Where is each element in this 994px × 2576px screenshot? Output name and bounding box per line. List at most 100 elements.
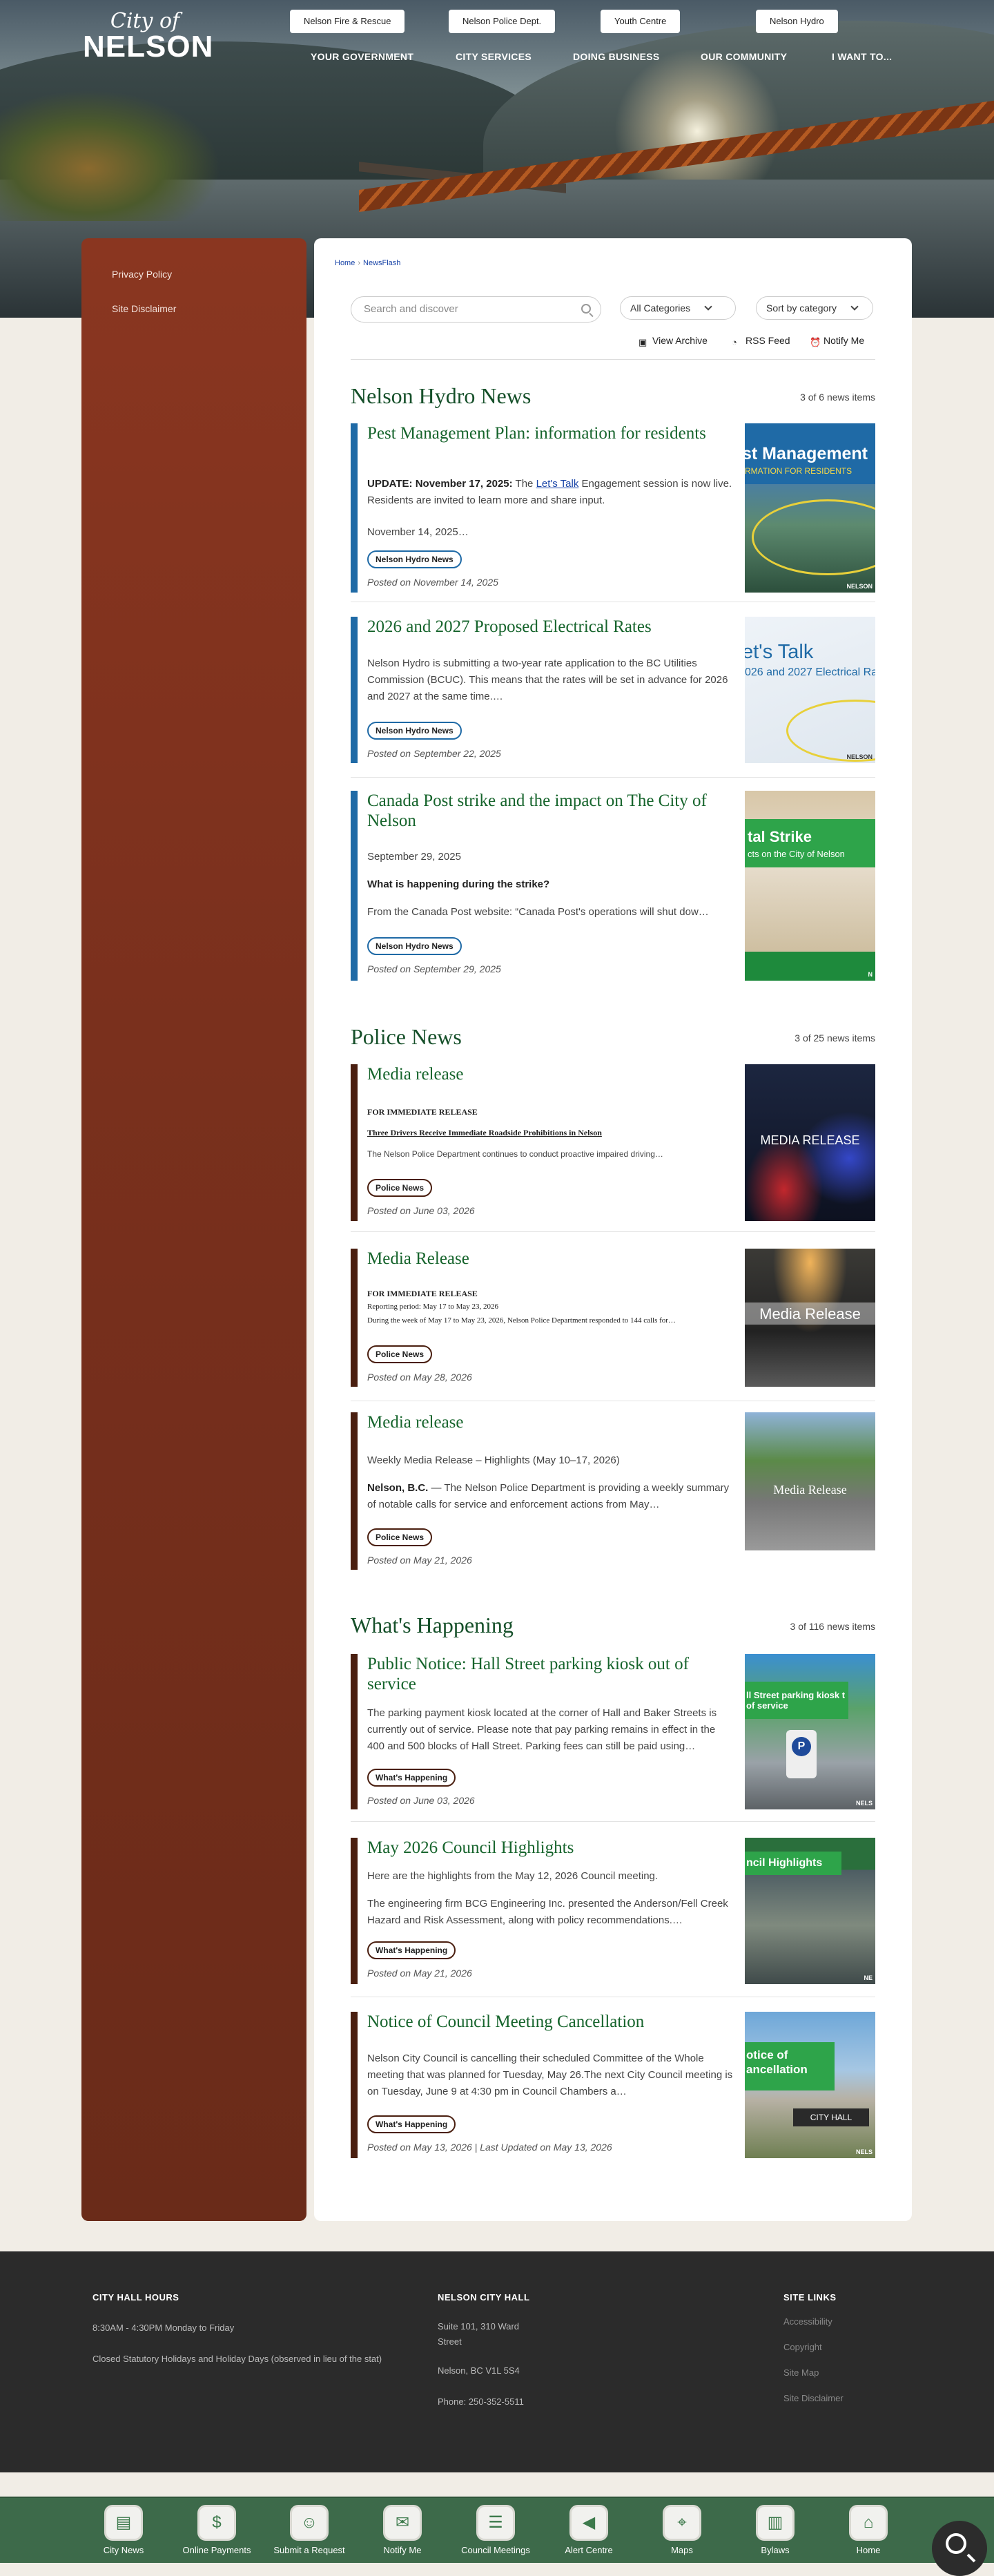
news-thumbnail[interactable]: ll Street parking kiosk t of service NEL… xyxy=(745,1654,875,1809)
quick-link-hydro[interactable]: Nelson Hydro xyxy=(756,10,838,33)
news-item-title[interactable]: 2026 and 2027 Proposed Electrical Rates xyxy=(367,617,733,637)
search-input[interactable]: Search and discover xyxy=(351,296,601,323)
news-thumbnail[interactable]: Media Release xyxy=(745,1412,875,1550)
release-subheading: Three Drivers Receive Immediate Roadside… xyxy=(367,1128,602,1137)
news-thumbnail[interactable]: et's Talk 026 and 2027 Electrical Ra NEL… xyxy=(745,617,875,763)
footer-links-title: SITE LINKS xyxy=(783,2292,837,2303)
footer-link-accessibility[interactable]: Accessibility xyxy=(783,2316,832,2327)
search-placeholder: Search and discover xyxy=(364,303,458,315)
rss-feed-link[interactable]: ◔ RSS Feed xyxy=(732,335,790,347)
city-logo[interactable]: City of NELSON xyxy=(83,11,213,62)
news-thumbnail[interactable]: MEDIA RELEASE xyxy=(745,1064,875,1221)
nav-city-services[interactable]: CITY SERVICES xyxy=(456,51,532,62)
quick-maps[interactable]: ⌖ Maps xyxy=(644,2505,720,2555)
quick-city-news[interactable]: ▤ City News xyxy=(86,2505,162,2555)
quick-submit-request[interactable]: ☺ Submit a Request xyxy=(271,2505,347,2555)
section-title-whats-happening[interactable]: What's Happening xyxy=(351,1613,514,1638)
news-thumbnail[interactable]: st Management RMATION FOR RESIDENTS NELS… xyxy=(745,423,875,593)
quick-label: Bylaws xyxy=(761,2545,790,2555)
category-tag[interactable]: What's Happening xyxy=(367,2115,456,2133)
section-title-police[interactable]: Police News xyxy=(351,1024,462,1050)
nav-i-want-to[interactable]: I WANT TO... xyxy=(832,51,892,62)
footer-link-site-disclaimer[interactable]: Site Disclaimer xyxy=(783,2393,844,2403)
nav-our-community[interactable]: OUR COMMUNITY xyxy=(701,51,787,62)
posted-date: Posted on September 29, 2025 xyxy=(367,963,501,974)
quick-link-fire-rescue[interactable]: Nelson Fire & Rescue xyxy=(290,10,405,33)
category-tag[interactable]: Police News xyxy=(367,1528,433,1546)
quick-link-youth-centre[interactable]: Youth Centre xyxy=(601,10,681,33)
person-icon: ☺ xyxy=(290,2505,329,2541)
quick-notify-me[interactable]: ✉ Notify Me xyxy=(364,2505,440,2555)
thumb-text: Media Release xyxy=(773,1483,847,1497)
news-item-title[interactable]: Canada Post strike and the impact on The… xyxy=(367,791,733,831)
news-thumbnail[interactable]: ncil Highlights NE xyxy=(745,1838,875,1984)
parking-icon xyxy=(786,1730,817,1778)
quick-label: City News xyxy=(103,2545,144,2555)
breadcrumb-home[interactable]: Home xyxy=(335,259,355,267)
view-archive-label: View Archive xyxy=(652,335,708,346)
notify-me-link[interactable]: ⏰ Notify Me xyxy=(810,335,864,347)
nav-doing-business[interactable]: DOING BUSINESS xyxy=(573,51,660,62)
footer-phone[interactable]: Phone: 250-352-5511 xyxy=(438,2394,524,2410)
category-select[interactable]: All Categories xyxy=(620,296,736,320)
quick-home[interactable]: ⌂ Home xyxy=(830,2505,906,2555)
section-title-hydro[interactable]: Nelson Hydro News xyxy=(351,383,531,409)
news-item: 2026 and 2027 Proposed Electrical Rates … xyxy=(351,617,875,778)
news-item-title[interactable]: Notice of Council Meeting Cancellation xyxy=(367,2012,733,2032)
news-item-summary: Nelson City Council is cancelling their … xyxy=(367,2053,733,2097)
quick-link-police[interactable]: Nelson Police Dept. xyxy=(449,10,556,33)
chevron-down-icon xyxy=(704,302,712,311)
thumb-text: otice of ancellation xyxy=(746,2048,808,2076)
news-card: Home › NewsFlash Search and discover All C… xyxy=(314,238,912,2221)
news-item-title[interactable]: Media Release xyxy=(367,1249,733,1269)
quick-alert-centre[interactable]: ◀ Alert Centre xyxy=(551,2505,627,2555)
news-item-title[interactable]: Media release xyxy=(367,1064,733,1084)
news-item: May 2026 Council Highlights Here are the… xyxy=(351,1838,875,1997)
news-item-title[interactable]: Pest Management Plan: information for re… xyxy=(367,423,733,443)
category-tag[interactable]: What's Happening xyxy=(367,1941,456,1959)
footer-link-copyright[interactable]: Copyright xyxy=(783,2342,822,2352)
category-tag[interactable]: Nelson Hydro News xyxy=(367,937,462,955)
archive-icon: ▣ xyxy=(639,337,647,347)
posted-date: Posted on June 03, 2026 xyxy=(367,1205,475,1216)
section-count-hydro: 3 of 6 news items xyxy=(800,392,875,403)
footer-hall-title: NELSON CITY HALL xyxy=(438,2292,530,2303)
view-archive-link[interactable]: ▣ View Archive xyxy=(639,335,708,347)
thumb-text: CITY HALL xyxy=(793,2108,869,2126)
news-item: Public Notice: Hall Street parking kiosk… xyxy=(351,1654,875,1822)
news-item-summary: During the week of May 17 to May 23, 202… xyxy=(367,1316,676,1325)
rss-feed-label: RSS Feed xyxy=(746,335,790,346)
sort-select[interactable]: Sort by category xyxy=(756,296,873,320)
category-tag[interactable]: Police News xyxy=(367,1345,433,1363)
category-tag[interactable]: What's Happening xyxy=(367,1769,456,1787)
breadcrumb-current[interactable]: NewsFlash xyxy=(363,259,400,267)
dateline: Nelson, B.C. xyxy=(367,1482,429,1494)
lets-talk-link[interactable]: Let's Talk xyxy=(536,478,579,490)
news-item-title[interactable]: May 2026 Council Highlights xyxy=(367,1838,733,1858)
thumb-logo-text: NELSON xyxy=(846,753,873,760)
search-icon[interactable] xyxy=(581,304,591,314)
update-label: UPDATE: November 17, 2025: xyxy=(367,478,513,490)
category-tag[interactable]: Nelson Hydro News xyxy=(367,550,462,568)
quick-online-payments[interactable]: $ Online Payments xyxy=(179,2505,255,2555)
category-tag[interactable]: Nelson Hydro News xyxy=(367,722,462,740)
posted-date: Posted on November 14, 2025 xyxy=(367,577,498,588)
news-thumbnail[interactable]: otice of ancellation CITY HALL NELS xyxy=(745,2012,875,2158)
thumb-text: RMATION FOR RESIDENTS xyxy=(745,466,852,476)
quick-council-meetings[interactable]: ☰ Council Meetings xyxy=(458,2505,534,2555)
news-item-summary: From the Canada Post website: “Canada Po… xyxy=(367,906,709,918)
search-fab[interactable] xyxy=(932,2521,987,2576)
news-item-date: September 29, 2025 xyxy=(367,851,461,863)
news-item-title[interactable]: Media release xyxy=(367,1412,733,1432)
category-tag[interactable]: Police News xyxy=(367,1179,433,1197)
chevron-down-icon xyxy=(850,302,859,311)
sidebar-link-privacy-policy[interactable]: Privacy Policy xyxy=(112,269,172,280)
news-thumbnail[interactable]: tal Strike cts on the City of Nelson N xyxy=(745,791,875,981)
news-item-title[interactable]: Public Notice: Hall Street parking kiosk… xyxy=(367,1654,733,1694)
quick-bylaws[interactable]: ▥ Bylaws xyxy=(737,2505,813,2555)
nav-your-government[interactable]: YOUR GOVERNMENT xyxy=(311,51,413,62)
sidebar-link-site-disclaimer[interactable]: Site Disclaimer xyxy=(112,303,176,314)
footer-link-site-map[interactable]: Site Map xyxy=(783,2367,819,2378)
news-thumbnail[interactable]: Media Release xyxy=(745,1249,875,1387)
document-icon: ☰ xyxy=(476,2505,515,2541)
